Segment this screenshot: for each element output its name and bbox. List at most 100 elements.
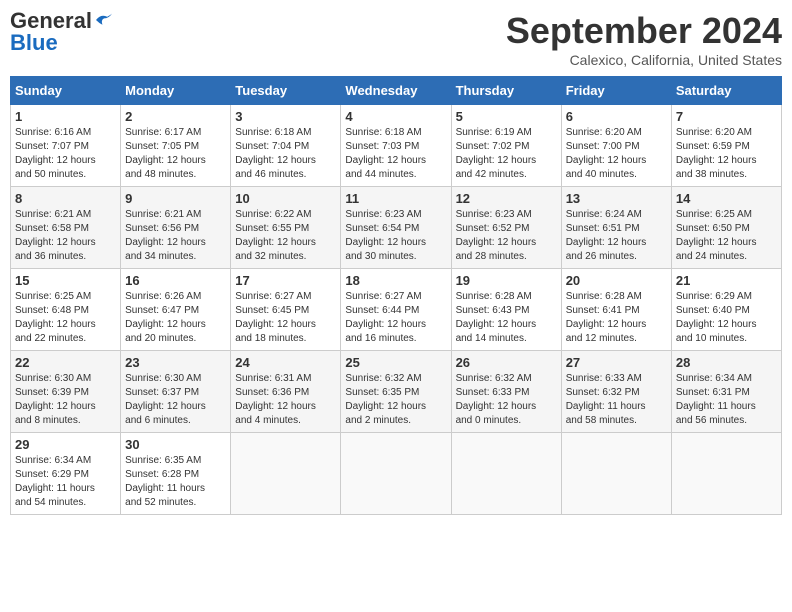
col-saturday: Saturday (671, 77, 781, 105)
day-number: 29 (15, 437, 116, 452)
calendar-week-row: 29 Sunrise: 6:34 AM Sunset: 6:29 PM Dayli… (11, 433, 782, 515)
table-row: 9 Sunrise: 6:21 AM Sunset: 6:56 PM Daylig… (121, 187, 231, 269)
day-info: Sunrise: 6:24 AM Sunset: 6:51 PM Dayligh… (566, 208, 667, 264)
day-info: Sunrise: 6:34 AM Sunset: 6:29 PM Dayligh… (15, 454, 116, 510)
logo-blue: Blue (10, 32, 58, 54)
day-number: 14 (676, 191, 777, 206)
day-number: 13 (566, 191, 667, 206)
table-row: 30 Sunrise: 6:35 AM Sunset: 6:28 PM Dayli… (121, 433, 231, 515)
day-info: Sunrise: 6:21 AM Sunset: 6:58 PM Dayligh… (15, 208, 116, 264)
day-number: 24 (235, 355, 336, 370)
day-info: Sunrise: 6:27 AM Sunset: 6:44 PM Dayligh… (345, 290, 446, 346)
col-monday: Monday (121, 77, 231, 105)
day-number: 11 (345, 191, 446, 206)
table-row: 14 Sunrise: 6:25 AM Sunset: 6:50 PM Dayli… (671, 187, 781, 269)
table-row: 25Sunrise: 6:32 AM Sunset: 6:35 PM Dayli… (341, 351, 451, 433)
day-info: Sunrise: 6:28 AM Sunset: 6:43 PM Dayligh… (456, 290, 557, 346)
day-info: Sunrise: 6:22 AM Sunset: 6:55 PM Dayligh… (235, 208, 336, 264)
col-sunday: Sunday (11, 77, 121, 105)
calendar-table: Sunday Monday Tuesday Wednesday Thursday… (10, 76, 782, 515)
table-row: 6 Sunrise: 6:20 AM Sunset: 7:00 PM Daylig… (561, 105, 671, 187)
day-number: 7 (676, 109, 777, 124)
page-header: General Blue September 2024 Calexico, Ca… (10, 10, 782, 68)
day-info: Sunrise: 6:35 AM Sunset: 6:28 PM Dayligh… (125, 454, 226, 510)
day-info: Sunrise: 6:31 AM Sunset: 6:36 PM Dayligh… (235, 372, 336, 428)
day-info: Sunrise: 6:25 AM Sunset: 6:48 PM Dayligh… (15, 290, 116, 346)
col-tuesday: Tuesday (231, 77, 341, 105)
table-row (671, 433, 781, 515)
day-info: Sunrise: 6:20 AM Sunset: 6:59 PM Dayligh… (676, 126, 777, 182)
day-info: Sunrise: 6:17 AM Sunset: 7:05 PM Dayligh… (125, 126, 226, 182)
day-number: 17 (235, 273, 336, 288)
day-info: Sunrise: 6:21 AM Sunset: 6:56 PM Dayligh… (125, 208, 226, 264)
day-number: 1 (15, 109, 116, 124)
day-number: 15 (15, 273, 116, 288)
calendar-location: Calexico, California, United States (506, 52, 782, 68)
day-number: 30 (125, 437, 226, 452)
table-row: 2Sunrise: 6:17 AM Sunset: 7:05 PM Daylig… (121, 105, 231, 187)
day-info: Sunrise: 6:20 AM Sunset: 7:00 PM Dayligh… (566, 126, 667, 182)
table-row: 27 Sunrise: 6:33 AM Sunset: 6:32 PM Dayli… (561, 351, 671, 433)
table-row: 28 Sunrise: 6:34 AM Sunset: 6:31 PM Dayli… (671, 351, 781, 433)
day-number: 5 (456, 109, 557, 124)
col-thursday: Thursday (451, 77, 561, 105)
day-info: Sunrise: 6:23 AM Sunset: 6:52 PM Dayligh… (456, 208, 557, 264)
table-row (231, 433, 341, 515)
calendar-week-row: 8 Sunrise: 6:21 AM Sunset: 6:58 PM Daylig… (11, 187, 782, 269)
table-row: 18 Sunrise: 6:27 AM Sunset: 6:44 PM Dayli… (341, 269, 451, 351)
table-row (341, 433, 451, 515)
day-info: Sunrise: 6:18 AM Sunset: 7:04 PM Dayligh… (235, 126, 336, 182)
day-info: Sunrise: 6:16 AM Sunset: 7:07 PM Dayligh… (15, 126, 116, 182)
day-number: 27 (566, 355, 667, 370)
day-number: 23 (125, 355, 226, 370)
day-info: Sunrise: 6:25 AM Sunset: 6:50 PM Dayligh… (676, 208, 777, 264)
day-info: Sunrise: 6:28 AM Sunset: 6:41 PM Dayligh… (566, 290, 667, 346)
day-info: Sunrise: 6:33 AM Sunset: 6:32 PM Dayligh… (566, 372, 667, 428)
day-number: 6 (566, 109, 667, 124)
col-friday: Friday (561, 77, 671, 105)
day-info: Sunrise: 6:18 AM Sunset: 7:03 PM Dayligh… (345, 126, 446, 182)
table-row: 10Sunrise: 6:22 AM Sunset: 6:55 PM Dayli… (231, 187, 341, 269)
table-row (561, 433, 671, 515)
table-row: 23 Sunrise: 6:30 AM Sunset: 6:37 PM Dayli… (121, 351, 231, 433)
table-row: 5Sunrise: 6:19 AM Sunset: 7:02 PM Daylig… (451, 105, 561, 187)
table-row: 21Sunrise: 6:29 AM Sunset: 6:40 PM Dayli… (671, 269, 781, 351)
table-row: 8 Sunrise: 6:21 AM Sunset: 6:58 PM Daylig… (11, 187, 121, 269)
table-row: 3Sunrise: 6:18 AM Sunset: 7:04 PM Daylig… (231, 105, 341, 187)
table-row: 24 Sunrise: 6:31 AM Sunset: 6:36 PM Dayli… (231, 351, 341, 433)
calendar-week-row: 22Sunrise: 6:30 AM Sunset: 6:39 PM Dayli… (11, 351, 782, 433)
calendar-week-row: 15 Sunrise: 6:25 AM Sunset: 6:48 PM Dayli… (11, 269, 782, 351)
table-row: 26Sunrise: 6:32 AM Sunset: 6:33 PM Dayli… (451, 351, 561, 433)
day-info: Sunrise: 6:23 AM Sunset: 6:54 PM Dayligh… (345, 208, 446, 264)
table-row: 4Sunrise: 6:18 AM Sunset: 7:03 PM Daylig… (341, 105, 451, 187)
day-info: Sunrise: 6:30 AM Sunset: 6:39 PM Dayligh… (15, 372, 116, 428)
calendar-title: September 2024 (506, 10, 782, 52)
table-row: 29 Sunrise: 6:34 AM Sunset: 6:29 PM Dayli… (11, 433, 121, 515)
day-info: Sunrise: 6:26 AM Sunset: 6:47 PM Dayligh… (125, 290, 226, 346)
day-info: Sunrise: 6:30 AM Sunset: 6:37 PM Dayligh… (125, 372, 226, 428)
calendar-week-row: 1 Sunrise: 6:16 AM Sunset: 7:07 PM Daylig… (11, 105, 782, 187)
day-number: 9 (125, 191, 226, 206)
calendar-header-row: Sunday Monday Tuesday Wednesday Thursday… (11, 77, 782, 105)
day-info: Sunrise: 6:29 AM Sunset: 6:40 PM Dayligh… (676, 290, 777, 346)
table-row: 22Sunrise: 6:30 AM Sunset: 6:39 PM Dayli… (11, 351, 121, 433)
day-info: Sunrise: 6:34 AM Sunset: 6:31 PM Dayligh… (676, 372, 777, 428)
table-row: 17Sunrise: 6:27 AM Sunset: 6:45 PM Dayli… (231, 269, 341, 351)
logo: General Blue (10, 10, 114, 54)
day-number: 28 (676, 355, 777, 370)
table-row: 1 Sunrise: 6:16 AM Sunset: 7:07 PM Daylig… (11, 105, 121, 187)
logo-bird-icon (94, 12, 114, 28)
logo-text: General (10, 10, 114, 32)
day-number: 16 (125, 273, 226, 288)
title-area: September 2024 Calexico, California, Uni… (506, 10, 782, 68)
table-row: 13 Sunrise: 6:24 AM Sunset: 6:51 PM Dayli… (561, 187, 671, 269)
day-number: 8 (15, 191, 116, 206)
table-row: 15 Sunrise: 6:25 AM Sunset: 6:48 PM Dayli… (11, 269, 121, 351)
table-row: 7 Sunrise: 6:20 AM Sunset: 6:59 PM Daylig… (671, 105, 781, 187)
table-row: 20Sunrise: 6:28 AM Sunset: 6:41 PM Dayli… (561, 269, 671, 351)
day-number: 26 (456, 355, 557, 370)
table-row: 11 Sunrise: 6:23 AM Sunset: 6:54 PM Dayli… (341, 187, 451, 269)
table-row: 19Sunrise: 6:28 AM Sunset: 6:43 PM Dayli… (451, 269, 561, 351)
day-number: 18 (345, 273, 446, 288)
day-info: Sunrise: 6:32 AM Sunset: 6:35 PM Dayligh… (345, 372, 446, 428)
